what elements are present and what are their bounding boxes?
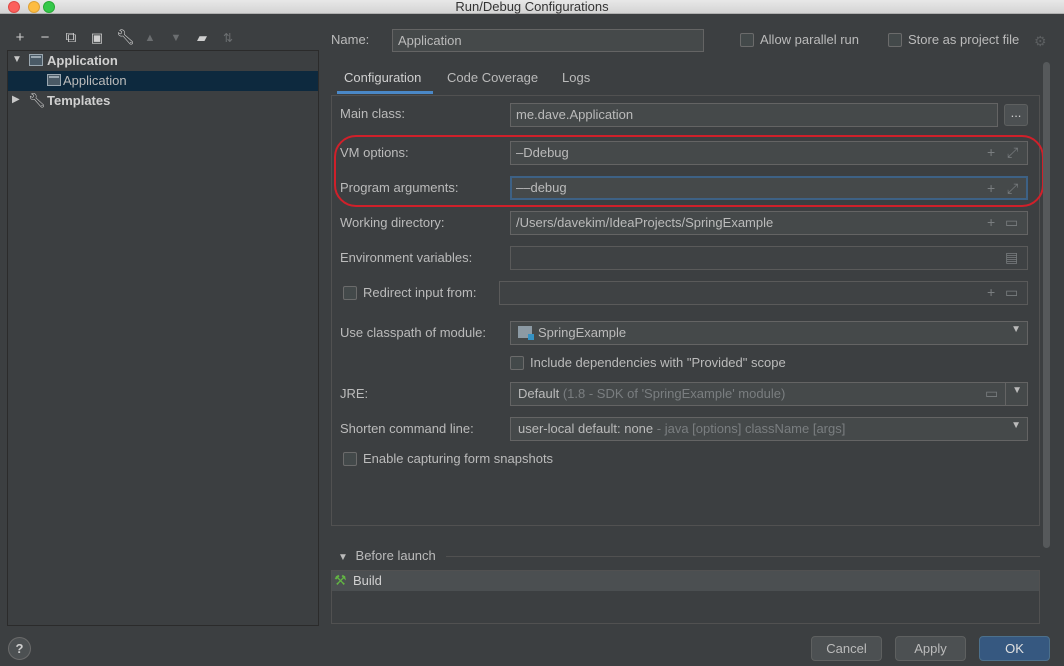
- module-icon: [518, 326, 534, 340]
- tab-logs[interactable]: Logs: [562, 70, 590, 94]
- window-title: Run/Debug Configurations: [455, 0, 609, 14]
- name-label: Name:: [331, 32, 370, 47]
- jre-select[interactable]: Default (1.8 - SDK of 'SpringExample' mo…: [510, 382, 1006, 406]
- environment-variables-input[interactable]: ▤: [510, 246, 1028, 270]
- shorten-command-line-label: Shorten command line:: [340, 421, 474, 436]
- application-config-icon: [29, 54, 43, 66]
- before-launch-header[interactable]: ▼ Before launch: [338, 548, 436, 563]
- move-up-icon[interactable]: ▲: [142, 28, 158, 48]
- chevron-down-icon: ▼: [1011, 420, 1021, 431]
- classpath-module-select[interactable]: SpringExample ▼: [510, 321, 1028, 345]
- shorten-command-line-select[interactable]: user-local default: none - java [options…: [510, 417, 1028, 441]
- redirect-input-checkbox[interactable]: [343, 286, 357, 300]
- store-as-project-file-label: Store as project file: [908, 32, 1020, 47]
- form-snapshots-label: Enable capturing form snapshots: [363, 451, 554, 466]
- save-icon[interactable]: ▣: [89, 28, 105, 48]
- jre-dropdown-button[interactable]: ▼: [1005, 382, 1028, 406]
- apply-button[interactable]: Apply: [895, 636, 966, 661]
- allow-parallel-run-label: Allow parallel run: [760, 32, 859, 47]
- working-directory-input[interactable]: /Users/davekim/IdeaProjects/SpringExampl…: [510, 211, 1028, 235]
- browse-main-class-button[interactable]: ...: [1004, 104, 1028, 126]
- allow-parallel-run-checkbox[interactable]: [740, 33, 754, 47]
- folder-icon[interactable]: ▭: [1005, 214, 1018, 231]
- divider: [446, 556, 1040, 557]
- working-directory-value: /Users/davekim/IdeaProjects/SpringExampl…: [516, 215, 774, 230]
- help-button[interactable]: ?: [8, 637, 31, 660]
- store-as-project-file-checkbox[interactable]: [888, 33, 902, 47]
- name-input[interactable]: Application: [392, 29, 704, 52]
- gear-icon[interactable]: ⚙︎: [1034, 33, 1047, 50]
- jre-value: Default: [518, 386, 560, 401]
- application-config-icon: [47, 74, 61, 86]
- wrench-icon[interactable]: 🔧︎: [116, 28, 135, 48]
- environment-variables-label: Environment variables:: [340, 250, 473, 265]
- wrench-icon: 🔧︎: [28, 92, 46, 108]
- copy-icon[interactable]: ⧉: [63, 28, 79, 48]
- classpath-module-label: Use classpath of module:: [340, 325, 486, 340]
- before-launch-item-build[interactable]: [332, 571, 1039, 591]
- collapse-arrow-icon: ▼: [338, 552, 348, 563]
- classpath-module-value: SpringExample: [538, 325, 627, 340]
- scrollbar[interactable]: [1043, 62, 1050, 548]
- configuration-tree: [7, 50, 319, 626]
- tree-item-application[interactable]: Application: [8, 71, 318, 91]
- add-icon[interactable]: +: [987, 284, 995, 300]
- shorten-command-line-value: user-local default: none: [518, 421, 654, 436]
- jre-label: JRE:: [340, 386, 369, 401]
- collapse-arrow-icon[interactable]: ▶: [12, 94, 22, 106]
- redirect-input-field[interactable]: + ▭: [499, 281, 1028, 305]
- tree-item-label: Application: [63, 73, 127, 88]
- include-dependencies-checkbox[interactable]: [510, 356, 524, 370]
- cancel-button[interactable]: Cancel: [811, 636, 882, 661]
- form-snapshots-checkbox[interactable]: [343, 452, 357, 466]
- folder-icon[interactable]: ▭: [985, 385, 998, 402]
- include-dependencies-label: Include dependencies with "Provided" sco…: [530, 355, 786, 370]
- chevron-down-icon: ▼: [1011, 324, 1021, 335]
- tree-item-label: Application: [47, 53, 118, 68]
- highlight-annotation: [334, 135, 1044, 207]
- move-down-icon[interactable]: ▼: [168, 28, 184, 48]
- tree-item-templates[interactable]: ▶ 🔧︎ Templates: [8, 91, 318, 111]
- edit-variables-icon[interactable]: ▤: [1005, 249, 1018, 266]
- tree-item-application-group[interactable]: ▼ Application: [8, 51, 318, 71]
- tab-code-coverage[interactable]: Code Coverage: [447, 70, 538, 94]
- expand-arrow-icon[interactable]: ▼: [12, 54, 22, 66]
- add-icon[interactable]: +: [12, 28, 28, 48]
- folder-icon[interactable]: ▭: [1005, 284, 1018, 301]
- add-icon[interactable]: +: [987, 214, 995, 230]
- chevron-down-icon: ▼: [1012, 385, 1022, 396]
- before-launch-label: Before launch: [355, 548, 436, 563]
- working-directory-label: Working directory:: [340, 215, 445, 230]
- main-class-input[interactable]: me.dave.Application: [510, 103, 998, 127]
- redirect-input-label: Redirect input from:: [363, 285, 477, 300]
- jre-hint: (1.8 - SDK of 'SpringExample' module): [562, 386, 786, 401]
- shorten-command-line-hint: - java [options] className [args]: [656, 421, 846, 436]
- tree-item-label: Templates: [47, 93, 111, 108]
- sort-icon[interactable]: ⇅: [220, 28, 236, 48]
- remove-icon[interactable]: −: [37, 28, 53, 48]
- new-folder-icon[interactable]: ▰: [194, 28, 210, 48]
- main-class-label: Main class:: [340, 106, 406, 121]
- tab-configuration[interactable]: Configuration: [337, 70, 433, 94]
- build-label: Build: [353, 573, 382, 588]
- ok-button[interactable]: OK: [979, 636, 1050, 661]
- title-bar: Run/Debug Configurations: [0, 0, 1064, 14]
- hammer-icon: ⚒︎: [334, 572, 347, 588]
